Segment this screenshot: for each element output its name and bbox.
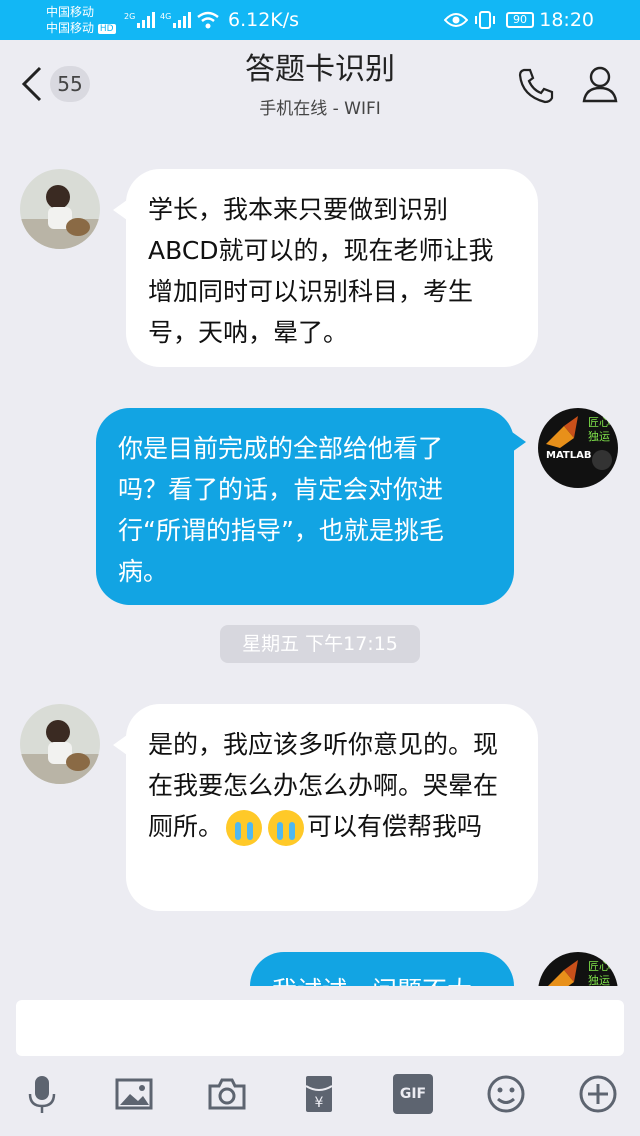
battery-icon: 90 xyxy=(506,12,534,28)
bubble-tail xyxy=(113,735,127,755)
gif-button[interactable]: GIF xyxy=(393,1074,433,1114)
status-bar: 中国移动 中国移动 HD 2G 4G 6.12K/s 90 18:20 xyxy=(0,0,640,40)
message-input[interactable] xyxy=(16,1000,624,1056)
wifi-icon xyxy=(197,11,219,29)
vibrate-icon xyxy=(475,11,495,29)
signal-bars-icon xyxy=(137,12,155,28)
contact-photo xyxy=(20,169,100,249)
bubble-tail xyxy=(512,432,526,452)
message-bubble-outgoing[interactable]: 你是目前完成的全部给他看了吗？看了的话，肯定会对你进行“所谓的指导”，也就是挑毛… xyxy=(96,408,514,605)
emoji-icon[interactable] xyxy=(486,1074,526,1114)
input-area: ¥ GIF xyxy=(0,986,640,1136)
contact-avatar[interactable] xyxy=(20,169,100,249)
profile-icon[interactable] xyxy=(580,64,620,104)
message-text: 可以有偿帮我吗 xyxy=(307,812,483,841)
my-avatar[interactable]: 匠心 独运 MATLAB xyxy=(538,408,618,488)
svg-text:¥: ¥ xyxy=(315,1095,324,1111)
avatar-label-3: MATLAB xyxy=(546,450,592,461)
contact-avatar[interactable] xyxy=(20,704,100,784)
phone-icon[interactable] xyxy=(516,66,556,106)
carrier-2: 中国移动 xyxy=(46,21,95,35)
image-icon[interactable] xyxy=(114,1074,154,1114)
signal-bars-icon xyxy=(173,12,191,28)
carrier-info: 中国移动 中国移动 HD xyxy=(46,4,116,36)
signal-1-label: 2G xyxy=(124,12,136,21)
hd-badge: HD xyxy=(97,23,116,34)
network-speed: 6.12K/s xyxy=(228,9,300,31)
avatar-label-2: 独运 xyxy=(588,430,610,443)
camera-icon[interactable] xyxy=(207,1074,247,1114)
signal-2-label: 4G xyxy=(160,12,172,21)
carrier-1: 中国移动 xyxy=(46,5,95,19)
crying-emoji-icon xyxy=(268,810,305,846)
message-bubble-incoming[interactable]: 学长，我本来只要做到识别ABCD就可以的，现在老师让我增加同时可以识别科目，考生… xyxy=(126,169,538,367)
crying-emoji-icon xyxy=(226,810,263,846)
clock: 18:20 xyxy=(539,9,594,31)
contact-photo xyxy=(20,704,100,784)
chat-header: 55 答题卡识别 手机在线 - WIFI xyxy=(0,40,640,126)
eye-icon xyxy=(444,13,468,27)
plus-icon[interactable] xyxy=(578,1074,618,1114)
message-bubble-incoming[interactable]: 是的，我应该多听你意见的。现在我要怎么办怎么办啊。哭晕在厕所。 可以有偿帮我吗 xyxy=(126,704,538,911)
red-packet-icon[interactable]: ¥ xyxy=(299,1074,339,1114)
time-separator: 星期五 下午17:15 xyxy=(220,625,420,663)
microphone-icon[interactable] xyxy=(22,1074,62,1114)
bubble-tail xyxy=(113,200,127,220)
